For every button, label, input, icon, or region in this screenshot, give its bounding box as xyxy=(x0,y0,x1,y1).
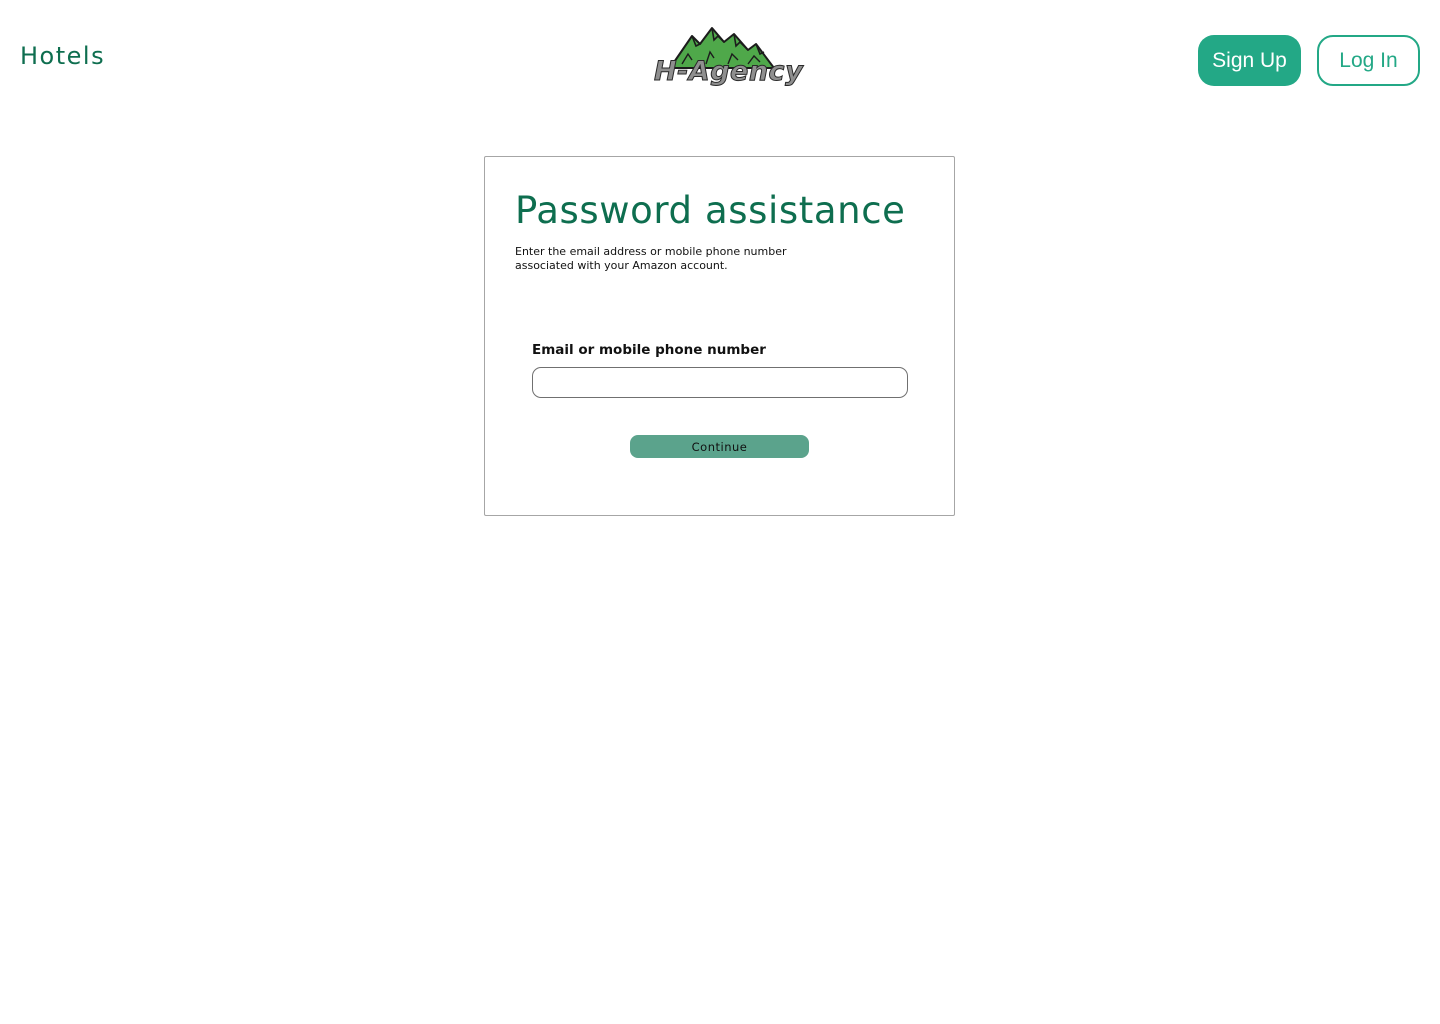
page-title: Password assistance xyxy=(515,189,906,232)
nav-link-hotels[interactable]: Hotels xyxy=(20,42,105,70)
logo-text: H-Agency xyxy=(653,56,804,88)
email-or-phone-input[interactable] xyxy=(532,367,908,398)
log-in-button[interactable]: Log In xyxy=(1317,35,1420,86)
instructions-text: Enter the email address or mobile phone … xyxy=(515,245,787,272)
brand-logo[interactable]: H-Agency xyxy=(652,24,803,98)
email-field-label: Email or mobile phone number xyxy=(532,342,766,358)
sign-up-button[interactable]: Sign Up xyxy=(1198,35,1301,86)
page: Hotels H-Agency Sign Up Log In Password … xyxy=(0,0,1440,1024)
password-assistance-card: Password assistance Enter the email addr… xyxy=(484,156,955,516)
continue-button[interactable]: Continue xyxy=(630,435,809,458)
